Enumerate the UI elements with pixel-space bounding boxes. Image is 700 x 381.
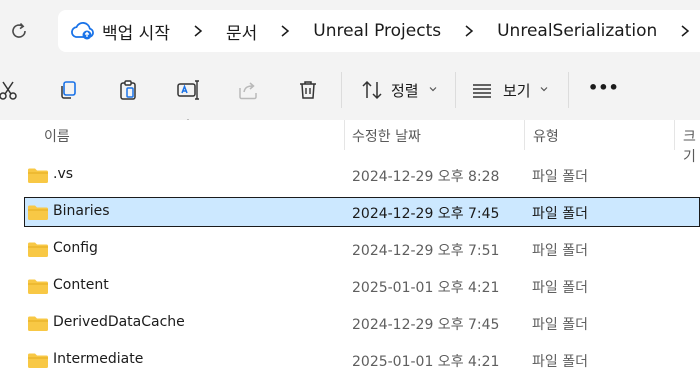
copy-icon[interactable]: [56, 78, 80, 102]
column-header-row: 이름 수정한 날짜 유형 크기: [0, 120, 700, 165]
file-type: 파일 폴더: [532, 317, 588, 333]
folder-icon: [28, 316, 48, 331]
column-divider[interactable]: [674, 120, 675, 150]
file-row[interactable]: Content 2025-01-01 오후 4:21 파일 폴더: [24, 271, 700, 301]
sort-icon[interactable]: [360, 78, 384, 102]
file-name: Config: [53, 240, 98, 256]
column-divider[interactable]: [344, 120, 345, 150]
file-name: .vs: [53, 166, 74, 182]
refresh-icon[interactable]: [8, 20, 30, 42]
chevron-down-icon[interactable]: [428, 84, 438, 94]
file-date: 2024-12-29 오후 7:45: [352, 317, 500, 333]
view-button-label[interactable]: 보기: [503, 80, 531, 101]
toolbar-divider: [568, 72, 569, 108]
paste-icon[interactable]: [116, 78, 140, 102]
file-type: 파일 폴더: [532, 169, 588, 185]
file-row[interactable]: .vs 2024-12-29 오후 8:28 파일 폴더: [24, 160, 700, 190]
toolbar-divider: [341, 72, 342, 108]
more-options-button[interactable]: •••: [588, 78, 619, 97]
file-type: 파일 폴더: [532, 354, 588, 370]
file-date: 2024-12-29 오후 7:45: [352, 206, 500, 222]
file-type: 파일 폴더: [532, 280, 588, 296]
folder-icon: [28, 353, 48, 368]
folder-icon: [28, 205, 48, 220]
breadcrumb-item-unreal-serialization[interactable]: UnrealSerialization: [497, 21, 657, 41]
command-bar: 정렬 보기 •••: [0, 60, 700, 120]
cut-icon[interactable]: [0, 78, 20, 102]
cloud-backup-icon: [70, 20, 96, 42]
breadcrumb[interactable]: 백업 시작 문서 Unreal Projects UnrealSerializa…: [58, 10, 700, 52]
sort-button-label[interactable]: 정렬: [391, 80, 419, 101]
column-header-date[interactable]: 수정한 날짜: [352, 126, 421, 146]
folder-icon: [28, 168, 48, 183]
breadcrumb-item-unreal-projects[interactable]: Unreal Projects: [313, 21, 441, 41]
file-row[interactable]: Intermediate 2025-01-01 오후 4:21 파일 폴더: [24, 345, 700, 375]
column-header-name[interactable]: 이름: [44, 126, 70, 146]
file-date: 2024-12-29 오후 8:28: [352, 169, 500, 185]
column-header-type[interactable]: 유형: [533, 126, 559, 146]
toolbar-divider: [455, 72, 456, 108]
file-date: 2024-12-29 오후 7:51: [352, 243, 500, 259]
breadcrumb-item-backup[interactable]: 백업 시작: [102, 19, 170, 44]
file-name: Content: [53, 277, 109, 293]
file-date: 2025-01-01 오후 4:21: [352, 280, 500, 296]
folder-icon: [28, 279, 48, 294]
file-row-selected[interactable]: Binaries 2024-12-29 오후 7:45 파일 폴더: [24, 197, 700, 227]
chevron-down-icon[interactable]: [539, 84, 549, 94]
file-row[interactable]: DerivedDataCache 2024-12-29 오후 7:45 파일 폴…: [24, 308, 700, 338]
rename-icon[interactable]: [176, 78, 200, 102]
file-name: DerivedDataCache: [53, 314, 185, 330]
file-row[interactable]: Config 2024-12-29 오후 7:51 파일 폴더: [24, 234, 700, 264]
chevron-right-icon[interactable]: [463, 24, 475, 38]
chevron-right-icon[interactable]: [679, 24, 691, 38]
file-name: Intermediate: [53, 351, 144, 367]
file-type: 파일 폴더: [532, 243, 588, 259]
view-icon[interactable]: [470, 78, 494, 102]
delete-icon[interactable]: [296, 78, 320, 102]
breadcrumb-item-documents[interactable]: 문서: [226, 19, 257, 44]
address-bar: 백업 시작 문서 Unreal Projects UnrealSerializa…: [0, 0, 700, 60]
chevron-right-icon[interactable]: [192, 24, 204, 38]
file-type: 파일 폴더: [532, 206, 588, 222]
share-icon[interactable]: [236, 78, 260, 102]
folder-icon: [28, 242, 48, 257]
file-date: 2025-01-01 오후 4:21: [352, 354, 500, 370]
file-name: Binaries: [53, 203, 110, 219]
column-divider[interactable]: [524, 120, 525, 150]
chevron-right-icon[interactable]: [279, 24, 291, 38]
